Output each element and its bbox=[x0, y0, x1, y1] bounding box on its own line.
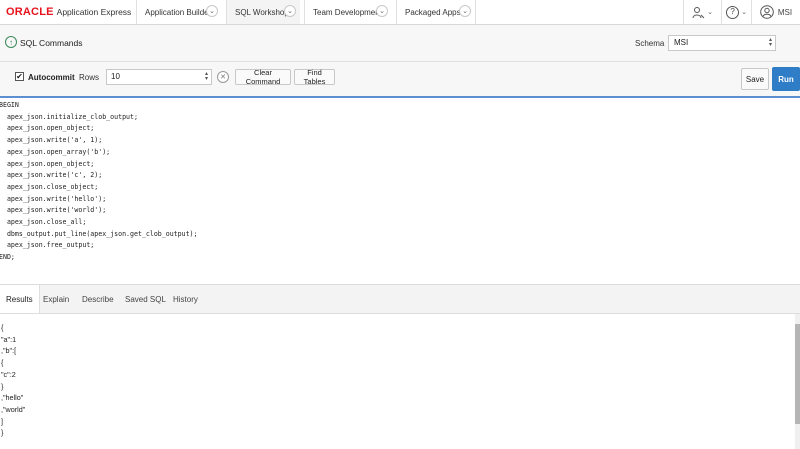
help-menu[interactable]: ? ⌄ bbox=[721, 0, 751, 24]
help-icon: ? bbox=[726, 5, 740, 19]
chevron-down-icon: ⌄ bbox=[707, 9, 713, 16]
tab-explain[interactable]: Explain bbox=[43, 285, 69, 313]
tab-team-development[interactable]: Team Development ⌄ bbox=[304, 0, 392, 24]
user-settings-menu[interactable]: ⌄ bbox=[683, 0, 721, 24]
sql-code[interactable]: BEGIN apex_json.initialize_clob_output; … bbox=[0, 100, 198, 264]
tab-label: Packaged Apps bbox=[405, 7, 461, 17]
rows-spinner-icon[interactable]: ▴ ▾ bbox=[205, 71, 208, 82]
tab-describe[interactable]: Describe bbox=[82, 285, 114, 313]
up-arrow-icon[interactable]: ↑ bbox=[5, 36, 17, 48]
chevron-down-icon[interactable]: ⌄ bbox=[376, 5, 388, 17]
tab-label: Saved SQL bbox=[125, 294, 166, 304]
chevron-down-icon[interactable]: ⌄ bbox=[206, 5, 218, 17]
results-output: { "a":1 ,"b":[ { "c":2 } ,"hello" ,"worl… bbox=[1, 323, 26, 438]
schema-label: Schema bbox=[635, 39, 665, 48]
results-scrollbar[interactable] bbox=[795, 314, 800, 449]
run-button[interactable]: Run bbox=[772, 67, 800, 91]
results-panel: { "a":1 ,"b":[ { "c":2 } ,"hello" ,"worl… bbox=[0, 314, 795, 449]
tab-label: Team Development bbox=[313, 7, 382, 17]
chevron-down-icon[interactable]: ⌄ bbox=[284, 5, 296, 17]
autocommit-checkbox[interactable]: ✔ bbox=[15, 72, 24, 81]
app-name: Application Express bbox=[56, 7, 132, 17]
clear-rows-icon[interactable]: ✕ bbox=[217, 71, 229, 83]
clear-command-button[interactable]: Clear Command bbox=[235, 68, 291, 86]
tab-label: Application Builder bbox=[145, 7, 212, 17]
tab-results[interactable]: Results bbox=[0, 285, 40, 313]
command-toolbar: ✔ Autocommit Rows 10 ▴ ▾ ✕ Clear Command … bbox=[0, 62, 800, 98]
autocommit-label: Autocommit bbox=[28, 73, 75, 82]
tab-packaged-apps[interactable]: Packaged Apps ⌄ bbox=[396, 0, 476, 24]
brand[interactable]: ORACLE Application Express bbox=[6, 6, 131, 20]
user-menu[interactable]: MSI bbox=[751, 0, 800, 24]
rows-input[interactable]: 10 ▴ ▾ bbox=[106, 69, 212, 85]
person-wrench-icon bbox=[692, 6, 705, 18]
sql-editor[interactable]: BEGIN apex_json.initialize_clob_output; … bbox=[0, 98, 800, 285]
tab-saved-sql[interactable]: Saved SQL bbox=[125, 285, 166, 313]
tab-label: SQL Workshop bbox=[235, 7, 289, 17]
page-title: SQL Commands bbox=[20, 38, 83, 48]
scrollbar-thumb[interactable] bbox=[795, 324, 800, 424]
schema-select[interactable]: MSI ▴ ▾ bbox=[668, 35, 776, 51]
result-tabs: Results Explain Describe Saved SQL Histo… bbox=[0, 285, 800, 314]
schema-value: MSI bbox=[674, 38, 689, 47]
page-header: ↑ SQL Commands Schema MSI ▴ ▾ bbox=[0, 25, 800, 62]
user-icon bbox=[760, 5, 774, 19]
tab-label: Explain bbox=[43, 294, 70, 304]
tab-application-builder[interactable]: Application Builder ⌄ bbox=[136, 0, 222, 24]
tab-label: History bbox=[173, 294, 198, 304]
top-nav-bar: ORACLE Application Express Application B… bbox=[0, 0, 800, 25]
rows-value: 10 bbox=[111, 72, 120, 81]
rows-label: Rows bbox=[79, 73, 100, 82]
tab-sql-workshop[interactable]: SQL Workshop ⌄ bbox=[226, 0, 300, 24]
tab-label: Describe bbox=[82, 294, 114, 304]
select-spinner-icon: ▴ ▾ bbox=[768, 37, 772, 48]
tab-history[interactable]: History bbox=[173, 285, 198, 313]
find-tables-button[interactable]: Find Tables bbox=[294, 68, 335, 86]
user-name: MSI bbox=[777, 7, 793, 17]
tab-label: Results bbox=[6, 294, 33, 304]
oracle-logo: ORACLE bbox=[6, 6, 54, 18]
chevron-down-icon[interactable]: ⌄ bbox=[459, 5, 471, 17]
save-button[interactable]: Save bbox=[741, 68, 769, 90]
chevron-down-icon: ⌄ bbox=[741, 9, 747, 16]
